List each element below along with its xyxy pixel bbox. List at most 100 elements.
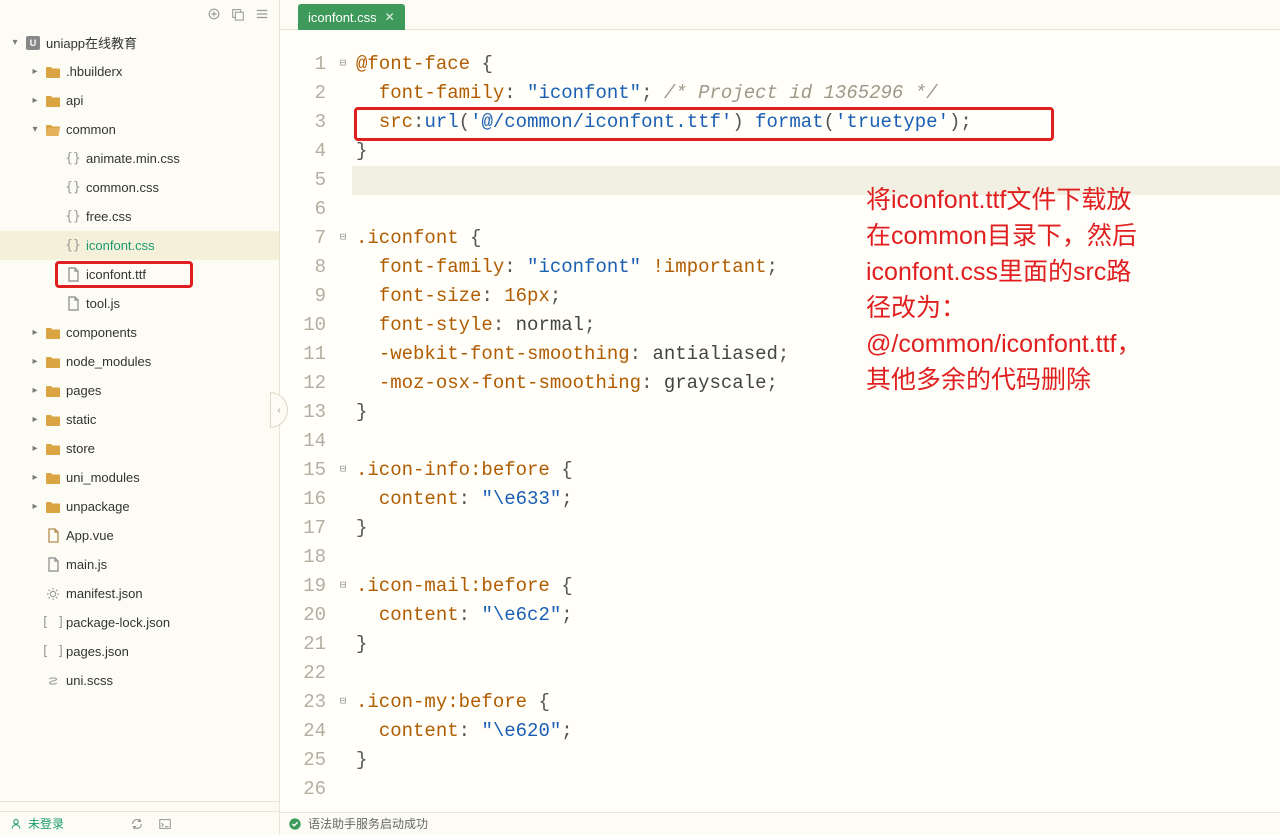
tree-item[interactable]: tool.js (0, 289, 279, 318)
tree-item[interactable]: ▸ .hbuilderx (0, 57, 279, 86)
tree-item[interactable]: uni.scss (0, 666, 279, 695)
tree-item-label: uni.scss (66, 673, 113, 688)
expand-arrow-icon[interactable]: ▸ (28, 66, 42, 77)
braces-icon: {} (64, 180, 82, 195)
tree-item-label: pages.json (66, 644, 129, 659)
folder-icon (44, 500, 62, 514)
folder-icon (44, 471, 62, 485)
tree-item-label: package-lock.json (66, 615, 170, 630)
tree-item-label: iconfont.ttf (86, 267, 146, 282)
expand-arrow-icon[interactable]: ▸ (28, 501, 42, 512)
editor-pane: ‹ iconfont.css ✕ 12345678910111213141516… (280, 0, 1280, 835)
tree-item-label: common (66, 122, 116, 137)
tree-item-label: components (66, 325, 137, 340)
line-numbers: 1234567891011121314151617181920212223242… (280, 30, 334, 835)
tree-item-label: free.css (86, 209, 132, 224)
check-icon (288, 817, 302, 831)
braces-icon: {} (64, 151, 82, 166)
tree-item-label: App.vue (66, 528, 114, 543)
sidebar-toolbar (0, 0, 279, 28)
tree-item[interactable]: {} free.css (0, 202, 279, 231)
code-editor[interactable]: 1234567891011121314151617181920212223242… (280, 30, 1280, 835)
project-icon: U (24, 36, 42, 50)
braces-icon: {} (64, 209, 82, 224)
login-status[interactable]: 未登录 (10, 815, 64, 832)
tree-item-label: static (66, 412, 96, 427)
tree-item[interactable]: ▸ pages (0, 376, 279, 405)
close-icon[interactable]: ✕ (385, 10, 395, 24)
tree-item[interactable]: ▸ unpackage (0, 492, 279, 521)
menu-icon[interactable] (255, 7, 269, 21)
expand-arrow-icon[interactable]: ▸ (28, 414, 42, 425)
tree-item-label: node_modules (66, 354, 151, 369)
brackets-icon: [ ] (44, 615, 62, 630)
tree-item-label: animate.min.css (86, 151, 180, 166)
tree-item[interactable]: App.vue (0, 521, 279, 550)
expand-arrow-icon[interactable]: ▾ (28, 124, 42, 135)
tree-item-label: uniapp在线教育 (46, 33, 137, 52)
tree-item[interactable]: {} iconfont.css (0, 231, 279, 260)
sidebar-statusbar: 未登录 (0, 811, 279, 835)
folder-icon (44, 326, 62, 340)
expand-arrow-icon[interactable]: ▸ (28, 443, 42, 454)
expand-arrow-icon[interactable]: ▸ (28, 356, 42, 367)
tree-item-label: iconfont.css (86, 238, 155, 253)
collapse-all-icon[interactable] (231, 7, 245, 21)
folder-icon (44, 442, 62, 456)
tree-item-label: manifest.json (66, 586, 143, 601)
brackets-icon: [ ] (44, 644, 62, 659)
expand-arrow-icon[interactable]: ▸ (28, 385, 42, 396)
tree-item[interactable]: [ ] pages.json (0, 637, 279, 666)
folder-icon (44, 355, 62, 369)
scss-icon (44, 674, 62, 688)
tree-item[interactable]: {}common.css (0, 173, 279, 202)
tree-item-label: main.js (66, 557, 107, 572)
new-file-icon[interactable] (207, 7, 221, 21)
sync-icon[interactable] (130, 817, 144, 831)
file-tree[interactable]: ▾Uuniapp在线教育▸.hbuilderx▸api▾common{}anim… (0, 28, 279, 801)
file-icon (64, 267, 82, 282)
tree-item-label: uni_modules (66, 470, 140, 485)
tree-item-label: tool.js (86, 296, 120, 311)
tree-item[interactable]: ▸ node_modules (0, 347, 279, 376)
folder-open-icon (44, 123, 62, 137)
file-icon (44, 557, 62, 572)
tab-label: iconfont.css (308, 10, 377, 25)
fold-column[interactable]: ⊟⊟⊟⊟⊟ (334, 30, 352, 835)
folder-icon (44, 94, 62, 108)
tree-item[interactable]: manifest.json (0, 579, 279, 608)
braces-icon: {} (64, 238, 82, 253)
tab-iconfont-css[interactable]: iconfont.css ✕ (298, 4, 405, 30)
editor-statusbar: 语法助手服务启动成功 (280, 812, 1280, 834)
tree-item[interactable]: ▸ store (0, 434, 279, 463)
tree-item[interactable]: ▾Uuniapp在线教育 (0, 28, 279, 57)
tree-item[interactable]: iconfont.ttf (0, 260, 279, 289)
tree-item[interactable]: ▸ components (0, 318, 279, 347)
vue-icon (44, 528, 62, 543)
expand-arrow-icon[interactable]: ▾ (8, 37, 22, 48)
tree-item[interactable]: ▸ api (0, 86, 279, 115)
tree-item-label: api (66, 93, 83, 108)
code-content[interactable]: @font-face { font-family: "iconfont"; /*… (352, 30, 1280, 835)
tree-item[interactable]: [ ] package-lock.json (0, 608, 279, 637)
tree-item-label: store (66, 441, 95, 456)
tab-bar: iconfont.css ✕ (280, 0, 1280, 30)
tree-item[interactable]: ▸ uni_modules (0, 463, 279, 492)
tree-item-label: pages (66, 383, 101, 398)
expand-arrow-icon[interactable]: ▸ (28, 95, 42, 106)
expand-arrow-icon[interactable]: ▸ (28, 472, 42, 483)
tree-item[interactable]: ▸ static (0, 405, 279, 434)
manifest-icon (44, 587, 62, 601)
tree-item[interactable]: ▾ common (0, 115, 279, 144)
folder-icon (44, 65, 62, 79)
tree-item[interactable]: main.js (0, 550, 279, 579)
tree-item-label: unpackage (66, 499, 130, 514)
file-icon (64, 296, 82, 311)
sidebar: ▾Uuniapp在线教育▸.hbuilderx▸api▾common{}anim… (0, 0, 280, 835)
tree-item-label: .hbuilderx (66, 64, 122, 79)
tree-item[interactable]: {} animate.min.css (0, 144, 279, 173)
terminal-icon[interactable] (158, 817, 172, 831)
folder-icon (44, 384, 62, 398)
folder-icon (44, 413, 62, 427)
expand-arrow-icon[interactable]: ▸ (28, 327, 42, 338)
